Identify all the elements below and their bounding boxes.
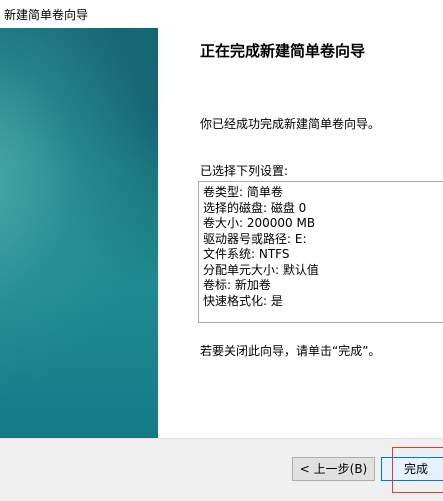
intro-text: 你已经成功完成新建简单卷向导。 bbox=[200, 117, 381, 131]
settings-line: 分配单元大小: 默认值 bbox=[203, 262, 319, 277]
wizard-content: 正在完成新建简单卷向导 你已经成功完成新建简单卷向导。 已选择下列设置: 卷类型… bbox=[158, 28, 443, 438]
wizard-footer: < 上一步(B) 完成 bbox=[0, 439, 443, 501]
page-title: 正在完成新建简单卷向导 bbox=[200, 42, 366, 60]
settings-line: 卷标: 新加卷 bbox=[203, 278, 271, 292]
settings-line: 卷类型: 简单卷 bbox=[203, 185, 283, 199]
settings-line: 文件系统: NTFS bbox=[203, 247, 290, 261]
settings-line: 选择的磁盘: 磁盘 0 bbox=[203, 200, 307, 215]
settings-summary-box[interactable]: 卷类型: 简单卷 选择的磁盘: 磁盘 0 卷大小: 200000 MB 驱动器号… bbox=[198, 181, 443, 323]
finish-button[interactable]: 完成 bbox=[381, 457, 443, 481]
settings-line: 快速格式化: 是 bbox=[203, 293, 283, 308]
settings-label: 已选择下列设置: bbox=[200, 164, 289, 178]
back-button[interactable]: < 上一步(B) bbox=[292, 457, 375, 481]
settings-line: 卷大小: 200000 MB bbox=[203, 216, 316, 230]
settings-line: 驱动器号或路径: E: bbox=[203, 231, 307, 246]
wizard-banner-image bbox=[0, 28, 158, 438]
close-hint: 若要关闭此向导，请单击“完成”。 bbox=[200, 344, 381, 358]
window-title: 新建简单卷向导 bbox=[4, 8, 89, 22]
title-bar: 新建简单卷向导 bbox=[0, 0, 443, 28]
